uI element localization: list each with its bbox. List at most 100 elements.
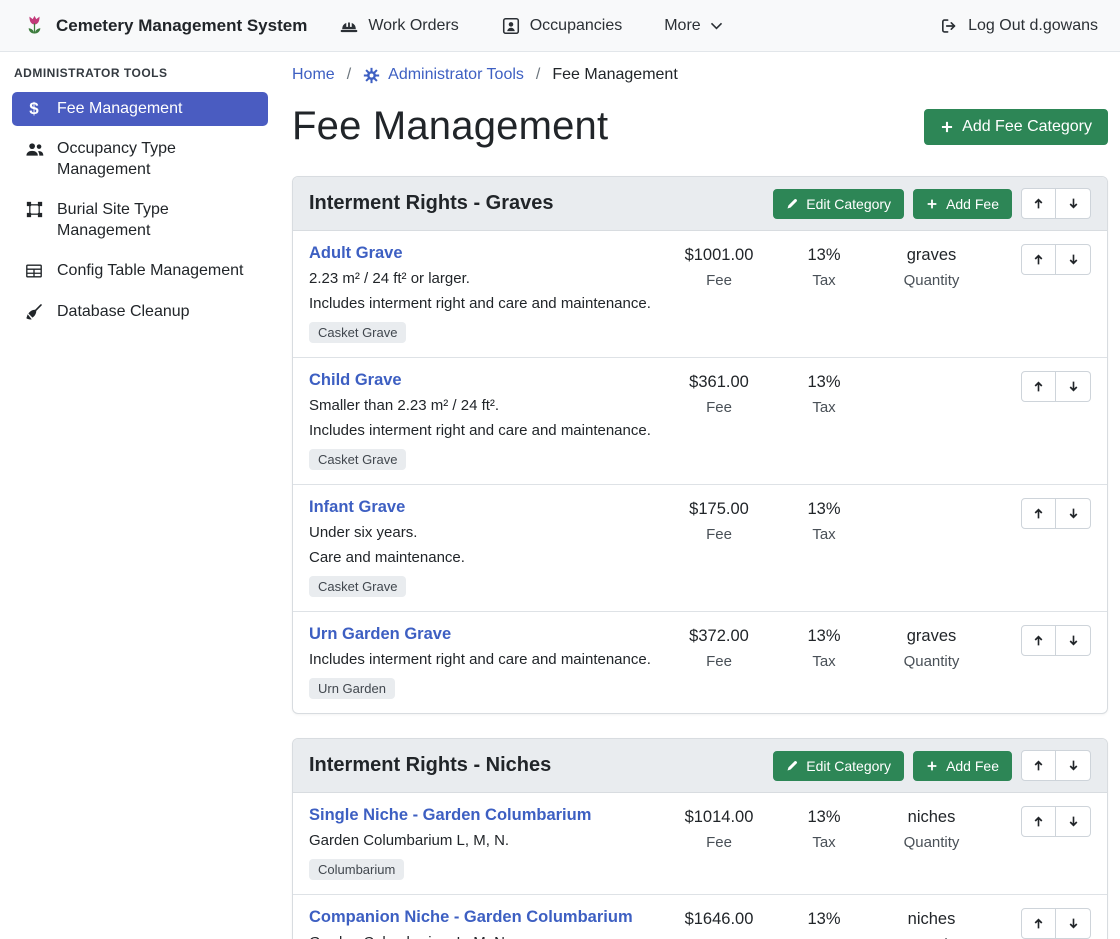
breadcrumb-home-link[interactable]: Home [292, 66, 335, 84]
tax-stat: 13% Tax [784, 371, 864, 416]
tax-label: Tax [784, 526, 864, 543]
fee-move-up-button[interactable] [1021, 625, 1056, 656]
nav-item-more[interactable]: More [664, 16, 722, 36]
fee-descriptions: 2.23 m² / 24 ft² or larger.Includes inte… [309, 270, 654, 312]
sidebar-item-label: Burial Site Type Management [57, 200, 256, 241]
tax-amount: 13% [784, 910, 864, 929]
arrow-up-icon [1032, 634, 1045, 647]
quantity-stat: niches Quantity [874, 908, 989, 939]
category-move-down-button[interactable] [1056, 188, 1091, 219]
add-fee-label: Add Fee [946, 758, 999, 774]
sidebar-item-config-table-management[interactable]: Config Table Management [12, 254, 268, 288]
edit-category-button[interactable]: Edit Category [773, 189, 904, 219]
fee-move-down-button[interactable] [1056, 908, 1091, 939]
logout-button[interactable]: Log Out d.gowans [939, 16, 1098, 36]
quantity-stat: niches Quantity [874, 806, 989, 851]
fee-list: Single Niche - Garden Columbarium Garden… [293, 793, 1107, 939]
fee-move-down-button[interactable] [1056, 498, 1091, 529]
fee-amount: $1646.00 [664, 910, 774, 929]
fee-move-up-button[interactable] [1021, 908, 1056, 939]
edit-category-label: Edit Category [806, 758, 891, 774]
fee-row: Urn Garden Grave Includes interment righ… [293, 611, 1107, 713]
fee-details: Infant Grave Under six years.Care and ma… [309, 498, 654, 597]
fee-description: Includes interment right and care and ma… [309, 651, 654, 668]
fee-description: Garden Columbarium L, M, N. [309, 934, 654, 939]
add-fee-button[interactable]: Add Fee [913, 189, 1012, 219]
page-header: Fee Management Add Fee Category [292, 104, 1108, 149]
fee-move-down-button[interactable] [1056, 806, 1091, 837]
breadcrumb: Home / Administrator Tools / Fee Managem… [292, 66, 1108, 84]
quantity-value: niches [874, 910, 989, 929]
brand-link[interactable]: Cemetery Management System [22, 13, 307, 38]
sidebar-item-database-cleanup[interactable]: Database Cleanup [12, 295, 268, 329]
fee-details: Adult Grave 2.23 m² / 24 ft² or larger.I… [309, 244, 654, 343]
fee-name-link[interactable]: Adult Grave [309, 244, 403, 263]
arrow-down-icon [1067, 634, 1080, 647]
tax-amount: 13% [784, 500, 864, 519]
sidebar-item-label: Database Cleanup [57, 302, 190, 322]
fee-reorder-controls [1021, 371, 1091, 402]
fee-move-down-button[interactable] [1056, 625, 1091, 656]
category-move-up-button[interactable] [1021, 750, 1056, 781]
arrow-down-icon [1067, 759, 1080, 772]
category-reorder-controls [1021, 750, 1091, 781]
fee-name-link[interactable]: Urn Garden Grave [309, 625, 451, 644]
arrow-down-icon [1067, 507, 1080, 520]
fee-move-up-button[interactable] [1021, 806, 1056, 837]
fee-name-link[interactable]: Companion Niche - Garden Columbarium [309, 908, 633, 927]
fee-description: Care and maintenance. [309, 549, 654, 566]
add-fee-category-button[interactable]: Add Fee Category [924, 109, 1108, 145]
plus-icon [926, 760, 938, 772]
fee-details: Child Grave Smaller than 2.23 m² / 24 ft… [309, 371, 654, 470]
breadcrumb-separator: / [347, 66, 351, 84]
fee-details: Companion Niche - Garden Columbarium Gar… [309, 908, 654, 939]
quantity-stat: graves Quantity [874, 244, 989, 289]
fee-details: Urn Garden Grave Includes interment righ… [309, 625, 654, 699]
fee-name-link[interactable]: Child Grave [309, 371, 402, 390]
fee-name-link[interactable]: Single Niche - Garden Columbarium [309, 806, 591, 825]
fee-amount: $175.00 [664, 500, 774, 519]
plus-icon [926, 198, 938, 210]
fee-row: Adult Grave 2.23 m² / 24 ft² or larger.I… [293, 231, 1107, 357]
quantity-value: niches [874, 808, 989, 827]
tax-label: Tax [784, 834, 864, 851]
nav-item-work-orders[interactable]: Work Orders [339, 16, 458, 36]
category-move-up-button[interactable] [1021, 188, 1056, 219]
edit-category-label: Edit Category [806, 196, 891, 212]
fee-amount: $1001.00 [664, 246, 774, 265]
add-fee-button[interactable]: Add Fee [913, 751, 1012, 781]
fee-label: Fee [664, 834, 774, 851]
page-title: Fee Management [292, 104, 608, 149]
category-reorder-controls [1021, 188, 1091, 219]
arrow-down-icon [1067, 253, 1080, 266]
category-header: Interment Rights - Niches Edit Category … [293, 739, 1107, 793]
sidebar-item-label: Fee Management [57, 99, 182, 119]
nav-item-label: Work Orders [368, 17, 458, 35]
breadcrumb-current: Fee Management [552, 66, 677, 84]
fee-reorder-controls [1021, 244, 1091, 275]
fee-stat: $372.00 Fee [664, 625, 774, 670]
edit-category-button[interactable]: Edit Category [773, 751, 904, 781]
fee-description: Includes interment right and care and ma… [309, 422, 654, 439]
fee-move-down-button[interactable] [1056, 244, 1091, 275]
top-navbar: Cemetery Management System Work Orders O… [0, 0, 1120, 52]
breadcrumb-admin-link[interactable]: Administrator Tools [363, 66, 524, 84]
sidebar-item-fee-management[interactable]: $ Fee Management [12, 92, 268, 126]
quantity-stat [874, 498, 989, 507]
tax-label: Tax [784, 653, 864, 670]
fee-move-down-button[interactable] [1056, 371, 1091, 402]
sidebar-item-occupancy-type-management[interactable]: Occupancy Type Management [12, 132, 268, 187]
fee-name-link[interactable]: Infant Grave [309, 498, 405, 517]
fee-description: 2.23 m² / 24 ft² or larger. [309, 270, 654, 287]
sidebar-item-burial-site-type-management[interactable]: Burial Site Type Management [12, 193, 268, 248]
sidebar-item-label: Occupancy Type Management [57, 139, 256, 180]
fee-move-up-button[interactable] [1021, 244, 1056, 275]
arrow-up-icon [1032, 815, 1045, 828]
arrow-up-icon [1032, 197, 1045, 210]
breadcrumb-admin-label: Administrator Tools [388, 66, 524, 84]
category-actions: Edit Category Add Fee [773, 188, 1091, 219]
nav-item-occupancies[interactable]: Occupancies [501, 16, 623, 36]
fee-move-up-button[interactable] [1021, 371, 1056, 402]
fee-move-up-button[interactable] [1021, 498, 1056, 529]
category-move-down-button[interactable] [1056, 750, 1091, 781]
